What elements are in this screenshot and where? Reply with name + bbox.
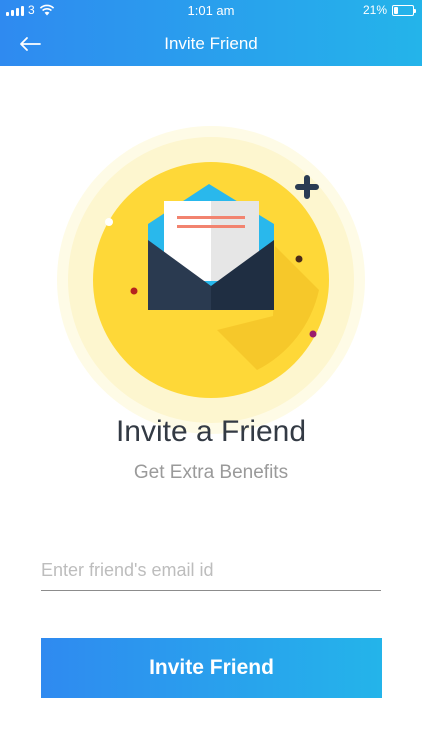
- page-title: Invite Friend: [164, 34, 258, 53]
- battery-icon: [392, 4, 416, 16]
- nav-bar: Invite Friend: [0, 22, 422, 66]
- invite-friend-button[interactable]: Invite Friend: [41, 638, 382, 698]
- dot: [309, 330, 317, 338]
- app-header: 3 1:01 am 21% Invite Friend: [0, 0, 422, 66]
- invite-subheading: Get Extra Benefits: [133, 462, 289, 483]
- dot: [130, 287, 138, 295]
- envelope-illustration: [57, 126, 365, 434]
- dot: [105, 218, 113, 226]
- letter-line: [177, 216, 245, 219]
- status-right: 21%: [362, 3, 416, 17]
- dot: [295, 255, 303, 263]
- battery-level: [394, 6, 398, 14]
- status-time: 1:01 am: [187, 3, 235, 18]
- battery-percent: 21%: [362, 3, 387, 17]
- invite-heading: Invite a Friend: [115, 415, 307, 448]
- letter-line: [177, 225, 245, 228]
- email-field[interactable]: [41, 551, 381, 591]
- status-bar: 3 1:01 am 21%: [0, 0, 422, 22]
